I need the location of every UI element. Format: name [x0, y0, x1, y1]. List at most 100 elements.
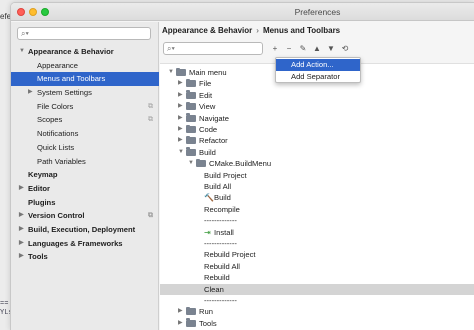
collapsed-arrow-icon[interactable]: ▶ [178, 90, 183, 101]
sidebar-item-label: Version Control [28, 211, 85, 221]
menu-group-row[interactable]: ▶ Code [160, 124, 474, 135]
sidebar-item[interactable]: ▼ Appearance & Behavior [11, 45, 159, 59]
collapsed-arrow-icon[interactable]: ▶ [178, 306, 183, 317]
menu-group-row[interactable]: ▶ Navigate [160, 113, 474, 124]
collapsed-arrow-icon[interactable]: ▶ [178, 113, 183, 124]
folder-icon [196, 158, 206, 168]
sidebar-item-label: Notifications [37, 129, 79, 139]
add-separator-menu-item[interactable]: Add Separator [276, 71, 360, 83]
menu-action-row[interactable]: Rebuild All [160, 261, 474, 272]
sidebar-item[interactable]: Notifications [11, 127, 159, 141]
collapsed-arrow-icon[interactable]: ▶ [19, 182, 24, 196]
sidebar-item[interactable]: Menus and Toolbars [11, 72, 159, 87]
sidebar-item-label: Keymap [28, 170, 58, 180]
menu-action-row[interactable]: Build Project [160, 170, 474, 181]
preferences-window: Preferences ⌕▾ ▼ Appearance & Behavior App… [10, 2, 474, 330]
menu-action-row[interactable]: ------------- [160, 238, 474, 249]
collapsed-arrow-icon[interactable]: ▶ [19, 209, 24, 223]
collapsed-arrow-icon[interactable]: ▶ [19, 250, 24, 264]
settings-search-input[interactable]: ⌕▾ [17, 27, 151, 40]
sidebar-item[interactable]: ▶ Tools [11, 250, 159, 264]
menu-action-row[interactable]: Recompile [160, 204, 474, 215]
expanded-arrow-icon[interactable]: ▼ [178, 147, 184, 158]
menu-action-row[interactable]: 🔨 Build [160, 192, 474, 203]
menu-item-label: Recompile [204, 204, 240, 214]
sidebar-item[interactable]: ▶ System Settings [11, 86, 159, 100]
sidebar-item-label: Path Variables [37, 156, 86, 166]
menu-action-row[interactable]: Build All [160, 181, 474, 192]
menu-item-label: File [199, 79, 212, 89]
title-bar[interactable]: Preferences [11, 3, 474, 21]
menu-group-row[interactable]: ▼ Build [160, 147, 474, 158]
sidebar-item[interactable]: ▶ Build, Execution, Deployment [11, 223, 159, 237]
collapsed-arrow-icon[interactable]: ▶ [19, 237, 24, 251]
actions-search-input[interactable]: ⌕▾ [163, 42, 263, 55]
restore-defaults-icon[interactable]: ⟲ [339, 43, 351, 55]
menu-item-label: Rebuild All [204, 261, 240, 271]
menu-group-row[interactable]: ▼ CMake.BuildMenu [160, 158, 474, 169]
breadcrumb-current: Menus and Toolbars [262, 26, 341, 35]
sidebar-item-label: Appearance & Behavior [28, 47, 114, 56]
menu-item-label: ------------- [204, 296, 237, 305]
sidebar-item[interactable]: Path Variables [11, 155, 159, 169]
sidebar-item[interactable]: Quick Lists [11, 141, 159, 155]
collapsed-arrow-icon[interactable]: ▶ [178, 101, 183, 112]
menu-group-row[interactable]: ▶ Edit [160, 90, 474, 101]
expanded-arrow-icon[interactable]: ▼ [188, 158, 194, 169]
sidebar-item-label: Tools [28, 252, 48, 262]
collapsed-arrow-icon[interactable]: ▶ [28, 86, 33, 100]
menu-item-label: ------------- [204, 216, 237, 226]
menu-item-label: Rebuild Project [204, 250, 256, 260]
move-down-icon[interactable]: ▼ [325, 43, 337, 55]
settings-tree: ▼ Appearance & Behavior Appearance Menus an… [11, 45, 159, 264]
folder-icon [186, 124, 196, 133]
sidebar-item[interactable]: Appearance [11, 59, 159, 73]
collapsed-arrow-icon[interactable]: ▶ [178, 135, 183, 146]
sidebar-item[interactable]: File Colors ⧉ [11, 100, 159, 114]
breadcrumb-parent[interactable]: Appearance & Behavior [162, 26, 252, 35]
menu-item-label: Run [199, 307, 213, 317]
menu-group-row[interactable]: ▶ Refactor [160, 135, 474, 146]
sidebar-item-label: Quick Lists [37, 142, 75, 152]
menu-item-label: Build Project [204, 170, 247, 180]
sidebar-item[interactable]: Keymap [11, 168, 159, 182]
collapsed-arrow-icon[interactable]: ▶ [178, 124, 183, 135]
menu-item-label: Install [214, 227, 234, 237]
sidebar-item[interactable]: ▶ Version Control ⧉ [11, 209, 159, 223]
sidebar-item-label: Plugins [28, 197, 56, 207]
sidebar-item[interactable]: Plugins [11, 196, 159, 210]
menu-action-row[interactable]: Rebuild Project [160, 249, 474, 260]
sidebar-item[interactable]: Scopes ⧉ [11, 113, 159, 127]
add-icon[interactable]: + [269, 43, 281, 55]
install-arrow-icon: ⇥ [204, 227, 211, 237]
menu-group-row[interactable]: ▶ View [160, 101, 474, 112]
edit-icon[interactable]: ✎ [297, 43, 309, 55]
menu-action-row[interactable]: ⇥ Install [160, 227, 474, 238]
menu-action-tree: ▼ Main menu ▶ File ▶ Edit ▶ View ▶ Navigate ▶ Code ▶… [160, 63, 474, 330]
folder-icon [186, 90, 196, 99]
collapsed-arrow-icon[interactable]: ▶ [178, 78, 183, 89]
expanded-arrow-icon[interactable]: ▼ [168, 67, 174, 78]
add-action-menu-item[interactable]: Add Action... [276, 59, 360, 71]
sidebar-item[interactable]: ▶ Editor [11, 182, 159, 196]
remove-icon[interactable]: − [283, 43, 295, 55]
menu-action-row[interactable]: Clean [160, 283, 474, 295]
menu-group-row[interactable]: ▶ Tools [160, 318, 474, 329]
collapsed-arrow-icon[interactable]: ▶ [19, 223, 24, 237]
move-up-icon[interactable]: ▲ [311, 43, 323, 55]
search-icon: ⌕▾ [167, 44, 175, 53]
menu-action-row[interactable]: ------------- [160, 215, 474, 226]
menu-item-label: Edit [199, 90, 213, 100]
menus-toolbars-panel: Appearance & Behavior › Menus and Toolbars… [160, 22, 474, 330]
menu-item-label: Rebuild [204, 273, 230, 283]
project-scope-icon: ⧉ [148, 116, 153, 124]
project-scope-icon: ⧉ [148, 102, 153, 110]
background-code-line: YLs [0, 309, 13, 317]
collapsed-arrow-icon[interactable]: ▶ [178, 318, 183, 329]
menu-group-row[interactable]: ▶ Run [160, 306, 474, 317]
folder-icon [186, 113, 196, 122]
menu-action-row[interactable]: ------------- [160, 295, 474, 306]
menu-action-row[interactable]: Rebuild [160, 272, 474, 283]
sidebar-item[interactable]: ▶ Languages & Frameworks [11, 237, 159, 251]
expanded-arrow-icon[interactable]: ▼ [19, 45, 25, 59]
